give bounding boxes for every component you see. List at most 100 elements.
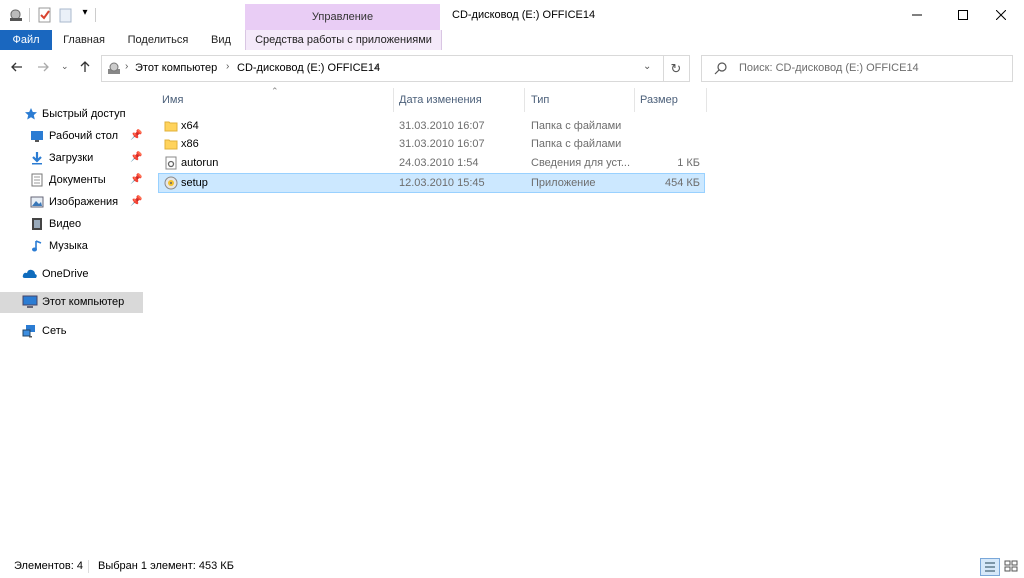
file-type: Папка с файлами [531,120,622,132]
file-type: Приложение [531,177,596,189]
tab-file[interactable]: Файл [0,30,52,50]
window-title: CD-дисковод (E:) OFFICE14 [452,9,596,21]
pin-icon[interactable]: 📌 [130,196,142,207]
pictures-icon [30,195,44,209]
sidebar-item-label: Изображения [49,196,119,208]
sidebar-item-label: Сеть [42,325,67,337]
forward-arrow-icon [38,62,49,72]
column-divider[interactable] [393,88,394,112]
star-icon [24,107,38,121]
context-group-header: Управление [245,4,440,30]
column-divider[interactable] [524,88,525,112]
file-row-setup[interactable]: setup 12.03.2010 15:45 Приложение 454 КБ [158,173,705,193]
recent-locations-icon[interactable]: ⌄ [61,61,69,72]
up-button[interactable] [78,60,92,77]
sidebar-item-label: Загрузки [49,152,94,164]
sidebar-item-pictures[interactable]: Изображения 📌 [0,192,143,213]
sidebar-item-this-pc[interactable]: Этот компьютер [0,292,143,313]
up-arrow-icon [80,61,90,72]
maximize-icon [958,10,968,20]
forward-button[interactable] [36,60,50,77]
cloud-icon [22,267,37,281]
column-divider[interactable] [634,88,635,112]
file-name: autorun [181,157,219,169]
sidebar-item-onedrive[interactable]: OneDrive [0,264,143,285]
tab-share[interactable]: Поделиться [120,30,196,50]
sidebar-item-network[interactable]: Сеть [0,321,143,342]
sidebar-item-downloads[interactable]: Загрузки 📌 [0,148,143,169]
column-header-type[interactable]: Тип [531,88,549,112]
selection-info: Выбран 1 элемент: 453 КБ [98,560,234,572]
minimize-button[interactable] [894,0,940,30]
file-row-autorun[interactable]: autorun 24.03.2010 1:54 Сведения для уст… [159,154,704,172]
column-header-date[interactable]: Дата изменения [399,88,482,112]
breadcrumb-chevron-icon[interactable]: › [226,61,229,72]
sidebar-item-documents[interactable]: Документы 📌 [0,170,143,191]
search-input[interactable]: Поиск: CD-дисковод (E:) OFFICE14 [701,55,1013,82]
address-bar[interactable]: › Этот компьютер › CD-дисковод (E:) OFFI… [101,55,664,82]
folder-icon [164,137,178,151]
title-bar: ▾ Управление CD-дисковод (E:) OFFICE14 [0,0,1024,30]
sidebar-item-quick-access[interactable]: Быстрый доступ [0,104,143,125]
file-type: Папка с файлами [531,138,622,150]
close-icon [996,10,1006,20]
column-divider[interactable] [706,88,707,112]
computer-icon [22,295,38,309]
breadcrumb-cd-drive[interactable]: CD-дисковод (E:) OFFICE14 [237,62,380,74]
address-history-dropdown-icon[interactable]: ⌄ [643,61,651,72]
installer-icon [164,176,178,190]
back-button[interactable] [10,60,24,77]
search-placeholder: Поиск: CD-дисковод (E:) OFFICE14 [739,62,919,74]
back-arrow-icon [11,62,22,72]
details-view-button[interactable] [980,558,1000,576]
sidebar-item-music[interactable]: Музыка [0,236,143,257]
folder-icon [164,119,178,133]
tab-home[interactable]: Главная [55,30,113,50]
refresh-icon: ↻ [670,60,682,76]
item-count: Элементов: 4 [14,560,83,572]
large-icons-view-button[interactable] [1002,558,1020,574]
status-divider [88,560,89,573]
new-folder-icon[interactable] [58,7,74,23]
file-row-x64[interactable]: x64 31.03.2010 16:07 Папка с файлами [159,117,704,135]
breadcrumb-this-pc[interactable]: Этот компьютер [135,62,217,74]
close-button[interactable] [978,0,1024,30]
file-row-x86[interactable]: x86 31.03.2010 16:07 Папка с файлами [159,135,704,153]
column-header-name[interactable]: Имя [162,88,183,112]
settings-file-icon [164,156,178,170]
qat-separator [29,8,30,22]
pin-icon[interactable]: 📌 [130,130,142,141]
qat-separator [95,8,96,22]
tab-application-tools[interactable]: Средства работы с приложениями [245,30,442,50]
file-date: 24.03.2010 1:54 [399,157,479,169]
checklist-icon[interactable] [37,7,53,23]
search-icon [714,61,728,78]
breadcrumb-chevron-icon[interactable]: › [375,61,378,72]
sidebar-item-videos[interactable]: Видео [0,214,143,235]
sidebar-item-label: Рабочий стол [49,130,119,142]
pin-icon[interactable]: 📌 [130,152,142,163]
sidebar-item-label: OneDrive [42,268,89,280]
status-bar: Элементов: 4 Выбран 1 элемент: 453 КБ [0,555,1024,577]
customize-qat-icon[interactable]: ▾ [77,7,93,23]
refresh-button[interactable]: ↻ [663,55,690,82]
tab-view[interactable]: Вид [203,30,239,50]
file-size: 454 КБ [664,177,700,189]
sidebar-item-label: Этот компьютер [42,296,125,308]
properties-icon[interactable] [8,7,24,23]
breadcrumb-chevron-icon[interactable]: › [125,61,128,72]
sidebar-item-desktop[interactable]: Рабочий стол 📌 [0,126,143,147]
pin-icon[interactable]: 📌 [130,174,142,185]
downloads-icon [30,151,44,165]
context-group-label: Управление [311,11,374,23]
sidebar-item-label: Документы [49,174,106,186]
large-icons-view-icon [1004,560,1018,572]
file-size: 1 КБ [677,157,700,169]
documents-icon [30,173,44,187]
videos-icon [30,217,44,231]
cd-drive-icon [107,61,121,78]
sidebar-item-label: Музыка [49,240,88,252]
file-name: x64 [181,120,199,132]
minimize-icon [912,14,922,16]
column-header-size[interactable]: Размер [640,88,678,112]
